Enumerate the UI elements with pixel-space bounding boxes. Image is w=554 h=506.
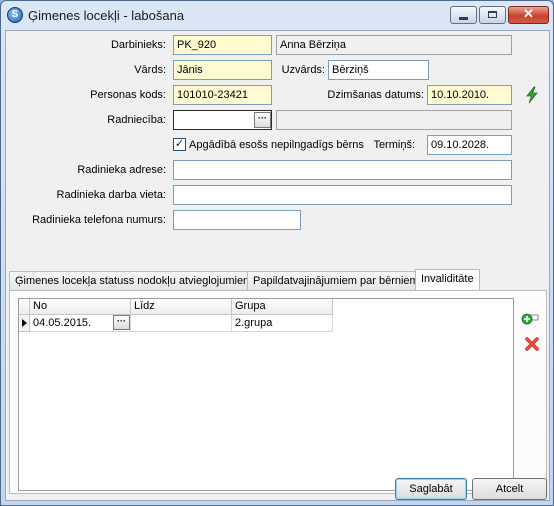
- column-header-lidz[interactable]: Līdz: [131, 299, 232, 315]
- current-row-arrow-icon: [22, 319, 27, 327]
- maximize-button[interactable]: [479, 6, 506, 24]
- telefons-field[interactable]: [173, 210, 301, 230]
- maximize-icon: [488, 11, 497, 18]
- tab-invaliditate[interactable]: Invaliditāte: [415, 269, 480, 291]
- close-icon: ✕: [523, 6, 534, 21]
- personas-kods-field[interactable]: 101010-23421: [173, 85, 272, 105]
- minimize-icon: [459, 17, 468, 20]
- column-header-grupa[interactable]: Grupa: [232, 299, 333, 315]
- adrese-label: Radinieka adrese:: [77, 164, 166, 176]
- dzimsanas-datums-label: Dzimšanas datums:: [327, 89, 424, 101]
- title-bar[interactable]: S Ģimenes locekļi - labošana ✕: [1, 1, 553, 30]
- apgadiba-checkbox[interactable]: ✓: [173, 138, 186, 151]
- app-logo-icon: S: [7, 7, 23, 23]
- radnieciba-field[interactable]: ···: [173, 110, 272, 130]
- column-header-no[interactable]: No: [30, 299, 131, 315]
- termins-label: Termiņš:: [373, 139, 415, 151]
- uzvards-label: Uzvārds:: [281, 64, 325, 76]
- darba-vieta-label: Radinieka darba vieta:: [56, 189, 166, 201]
- form-body: Darbinieks: PK_920 Anna Bērziņa Vārds: J…: [5, 30, 550, 501]
- close-button[interactable]: ✕: [508, 6, 549, 24]
- radnieciba-description-field: [276, 110, 512, 130]
- minimize-button[interactable]: [450, 6, 477, 24]
- invaliditate-panel: No Līdz Grupa 04.05.2015. ··· 2.grupa: [9, 290, 547, 494]
- grid-corner: [19, 299, 30, 315]
- tab-papildatvajinajumi[interactable]: Papildatvajinājumiem par bērniem: [247, 271, 425, 290]
- uzvards-field[interactable]: Bērziņš: [328, 60, 429, 80]
- grid-cell-lidz[interactable]: [131, 315, 232, 332]
- dzimsanas-datums-field[interactable]: 10.10.2010.: [427, 85, 512, 105]
- save-button[interactable]: Saglabāt: [395, 478, 467, 500]
- darba-vieta-field[interactable]: [173, 185, 512, 205]
- grid-cell-no[interactable]: 04.05.2015. ···: [30, 315, 131, 332]
- lightning-icon[interactable]: [524, 86, 540, 104]
- add-row-icon[interactable]: [521, 309, 541, 325]
- grid-cell-no-value: 04.05.2015.: [33, 317, 92, 329]
- cancel-button[interactable]: Atcelt: [472, 478, 547, 500]
- adrese-field[interactable]: [173, 160, 512, 180]
- window-title: Ģimenes locekļi - labošana: [28, 8, 185, 23]
- darbinieks-label: Darbinieks:: [110, 39, 166, 51]
- grid-cell-lookup-button[interactable]: ···: [113, 315, 130, 330]
- darbinieks-name-field: Anna Bērziņa: [276, 35, 512, 55]
- vards-label: Vārds:: [134, 64, 166, 76]
- personas-kods-label: Personas kods:: [90, 89, 166, 101]
- radnieciba-label: Radniecība:: [107, 114, 166, 126]
- tab-statuss[interactable]: Ģimenes locekļa statuss nodokļu atvieglo…: [9, 271, 259, 290]
- dialog-window: S Ģimenes locekļi - labošana ✕ Darbiniek…: [0, 0, 554, 506]
- darbinieks-code-field[interactable]: PK_920: [173, 35, 272, 55]
- grid-cell-grupa[interactable]: 2.grupa: [232, 315, 333, 332]
- radnieciba-lookup-button[interactable]: ···: [254, 112, 271, 128]
- vards-field[interactable]: Jānis: [173, 60, 272, 80]
- delete-row-icon[interactable]: [524, 336, 540, 352]
- apgadiba-label: Apgādībā esošs nepilngadīgs bērns: [189, 139, 364, 151]
- telefons-label: Radinieka telefona numurs:: [32, 214, 166, 226]
- row-indicator[interactable]: [19, 315, 30, 332]
- invaliditate-grid: No Līdz Grupa 04.05.2015. ··· 2.grupa: [18, 298, 514, 491]
- termins-field[interactable]: 09.10.2028.: [427, 135, 512, 155]
